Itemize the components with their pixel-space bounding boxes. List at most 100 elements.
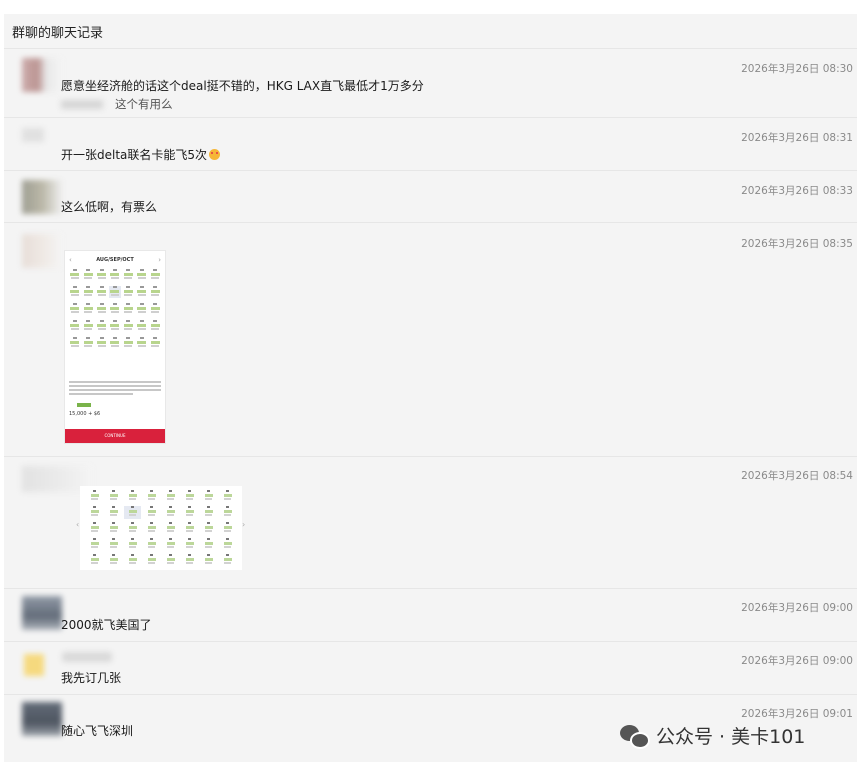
message-divider bbox=[4, 117, 857, 118]
calendar-day-cell bbox=[219, 538, 236, 551]
avatar[interactable] bbox=[22, 58, 62, 92]
calendar-day-cell bbox=[162, 522, 179, 535]
calendar-day-cell bbox=[69, 269, 80, 281]
calendar-day-cell bbox=[109, 269, 120, 281]
calendar-day-cell bbox=[86, 506, 103, 519]
calendar-day-cell bbox=[136, 269, 147, 281]
quoted-reply: 这个有用么 bbox=[61, 96, 173, 112]
calendar-grid bbox=[69, 269, 161, 349]
chevron-right-icon: › bbox=[158, 256, 161, 264]
award-price: 15,000 + $6 bbox=[69, 411, 101, 417]
calendar-day-cell bbox=[143, 522, 160, 535]
avatar[interactable] bbox=[22, 596, 62, 630]
calendar-day-cell bbox=[123, 269, 134, 281]
message-text: 随心飞飞深圳 bbox=[61, 724, 134, 738]
calendar-day-cell bbox=[181, 554, 198, 567]
calendar-day-cell bbox=[200, 490, 217, 503]
calendar-day-cell bbox=[200, 554, 217, 567]
calendar-day-cell bbox=[136, 320, 147, 332]
calendar-day-cell bbox=[162, 506, 179, 519]
calendar-day-cell bbox=[162, 554, 179, 567]
calendar-day-cell bbox=[200, 522, 217, 535]
calendar-day-cell bbox=[124, 506, 141, 519]
calendar-day-cell bbox=[150, 286, 161, 298]
calendar-day-cell bbox=[69, 286, 80, 298]
avatar[interactable] bbox=[22, 702, 62, 736]
chevron-right-icon: › bbox=[242, 520, 246, 529]
calendar-day-cell bbox=[150, 337, 161, 349]
message-divider bbox=[4, 694, 857, 695]
calendar-day-cell bbox=[200, 506, 217, 519]
message-divider bbox=[4, 641, 857, 642]
calendar-grid bbox=[86, 490, 236, 567]
calendar-day-cell bbox=[109, 286, 121, 298]
calendar-day-cell bbox=[86, 490, 103, 503]
window-title: 群聊的聊天记录 bbox=[12, 26, 104, 41]
avatar[interactable] bbox=[22, 234, 62, 268]
calendar-day-cell bbox=[69, 320, 80, 332]
calendar-day-cell bbox=[86, 538, 103, 551]
calendar-day-cell bbox=[143, 490, 160, 503]
avatar[interactable] bbox=[22, 128, 44, 142]
message-time: 2026年3月26日 09:00 bbox=[741, 655, 853, 667]
chat-history-window: 群聊的聊天记录 2026年3月26日 08:30 愿意坐经济舱的话这个deal挺… bbox=[4, 14, 857, 762]
fare-notes bbox=[69, 381, 161, 397]
calendar-day-cell bbox=[123, 337, 134, 349]
calendar-day-cell bbox=[109, 320, 120, 332]
calendar-day-cell bbox=[105, 538, 122, 551]
calendar-day-cell bbox=[96, 269, 107, 281]
calendar-day-cell bbox=[219, 554, 236, 567]
saver-badge bbox=[77, 403, 91, 407]
message-divider bbox=[4, 48, 857, 49]
calendar-day-cell bbox=[82, 269, 93, 281]
calendar-day-cell bbox=[181, 506, 198, 519]
calendar-day-cell bbox=[69, 337, 80, 349]
message-divider bbox=[4, 170, 857, 171]
calendar-day-cell bbox=[109, 337, 120, 349]
calendar-day-cell bbox=[136, 337, 147, 349]
calendar-day-cell bbox=[124, 538, 141, 551]
blurred-name bbox=[61, 100, 103, 109]
calendar-day-cell bbox=[150, 269, 161, 281]
blurred-name bbox=[62, 652, 112, 662]
message-text: 愿意坐经济舱的话这个deal挺不错的，HKG LAX直飞最低才1万多分 bbox=[61, 79, 424, 93]
calendar-day-cell bbox=[136, 286, 147, 298]
calendar-day-cell bbox=[96, 286, 107, 298]
calendar-day-cell bbox=[181, 522, 198, 535]
calendar-day-cell bbox=[86, 522, 103, 535]
calendar-day-cell bbox=[86, 554, 103, 567]
calendar-day-cell bbox=[124, 490, 141, 503]
calendar-day-cell bbox=[219, 490, 236, 503]
award-calendar-screenshot[interactable] bbox=[80, 486, 242, 570]
calendar-day-cell bbox=[82, 320, 93, 332]
avatar[interactable] bbox=[22, 180, 62, 214]
calendar-day-cell bbox=[96, 303, 107, 315]
calendar-day-cell bbox=[181, 538, 198, 551]
calendar-day-cell bbox=[162, 538, 179, 551]
calendar-day-cell bbox=[200, 538, 217, 551]
message-text: 开一张delta联名卡能飞5次 bbox=[61, 146, 221, 163]
watermark-text: 公众号 · 美卡101 bbox=[656, 726, 806, 748]
calendar-day-cell bbox=[124, 554, 141, 567]
calendar-day-cell bbox=[109, 303, 120, 315]
calendar-day-cell bbox=[105, 506, 122, 519]
continue-button: CONTINUE bbox=[65, 429, 165, 443]
calendar-day-cell bbox=[105, 522, 122, 535]
message-time: 2026年3月26日 08:35 bbox=[741, 238, 853, 250]
message-time: 2026年3月26日 08:31 bbox=[741, 132, 853, 144]
message-time: 2026年3月26日 08:30 bbox=[741, 63, 853, 75]
award-calendar-screenshot[interactable]: ‹ AUG/SEP/OCT › 15,000 + $6 CONTINUE bbox=[64, 250, 166, 444]
calendar-day-cell bbox=[162, 490, 179, 503]
calendar-day-cell bbox=[136, 303, 147, 315]
calendar-day-cell bbox=[105, 554, 122, 567]
message-divider bbox=[4, 222, 857, 223]
calendar-day-cell bbox=[123, 286, 134, 298]
avatar[interactable] bbox=[24, 654, 44, 676]
calendar-day-cell bbox=[69, 303, 80, 315]
message-text: 2000就飞美国了 bbox=[61, 618, 152, 632]
calendar-day-cell bbox=[181, 490, 198, 503]
calendar-day-cell bbox=[150, 320, 161, 332]
calendar-month-label: AUG/SEP/OCT bbox=[96, 257, 134, 263]
calendar-day-cell bbox=[150, 303, 161, 315]
calendar-day-cell bbox=[105, 490, 122, 503]
